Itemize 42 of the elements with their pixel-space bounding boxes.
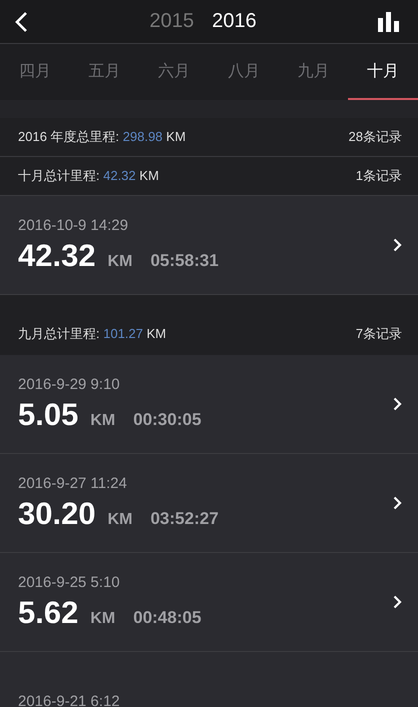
chevron-right-icon (393, 238, 402, 252)
bar-chart-icon[interactable] (378, 12, 400, 32)
run-record[interactable]: 2016-9-27 11:24 30.20 KM 03:52:27 (0, 454, 418, 553)
run-record[interactable]: 2016-9-25 5:10 5.62 KM 00:48:05 (0, 553, 418, 652)
run-record[interactable]: 2016-9-29 9:10 5.05 KM 00:30:05 (0, 355, 418, 454)
month-tab[interactable]: 六月 (139, 44, 210, 100)
month-tab[interactable]: 十月 (348, 44, 418, 100)
record-count: 7条记录 (356, 325, 402, 343)
distance-unit: KM (108, 252, 132, 270)
record-datetime: 2016-9-27 11:24 (18, 474, 128, 492)
distance-value: 42.32 (18, 238, 96, 274)
month-tab[interactable]: 四月 (0, 44, 70, 100)
record-datetime: 2016-9-25 5:10 (18, 574, 121, 590)
record-datetime: 2016-10-9 14:29 (18, 216, 130, 234)
run-record[interactable]: 2016-10-9 14:29 42.32 KM 05:58:31 (0, 196, 418, 295)
duration-value: 05:58:31 (150, 250, 219, 270)
year-total-text: 2016 年度总里程: 298.98 KM (18, 128, 186, 146)
distance-value: 5.05 (18, 396, 78, 432)
month-tab[interactable]: 九月 (278, 44, 348, 100)
distance-unit: KM (90, 610, 116, 628)
chevron-right-icon (393, 397, 402, 411)
record-count: 1条记录 (356, 167, 402, 185)
distance-unit: KM (108, 510, 132, 528)
year-tab[interactable]: 2016 (212, 10, 256, 33)
month-tab[interactable]: 五月 (70, 44, 140, 100)
run-record[interactable]: 2016-9-21 6:12 (0, 652, 418, 707)
month-total-text: 九月总计里程: 101.27 KM (18, 325, 166, 343)
month-total-text: 十月总计里程: 42.32 KM (18, 167, 159, 185)
record-datetime: 2016-9-21 6:12 (18, 692, 120, 707)
year-tab[interactable]: 2015 (150, 10, 194, 33)
month-tab[interactable]: 八月 (209, 44, 279, 100)
chevron-right-icon (393, 595, 402, 609)
distance-unit: KM (90, 412, 116, 430)
chevron-right-icon (393, 496, 402, 510)
duration-value: 00:48:05 (133, 608, 202, 628)
distance-value: 30.20 (18, 496, 96, 532)
duration-value: 03:52:27 (150, 508, 219, 528)
record-count: 28条记录 (348, 128, 402, 146)
record-datetime: 2016-9-29 9:10 (18, 376, 121, 392)
distance-value: 5.62 (18, 594, 78, 630)
duration-value: 00:30:05 (133, 410, 202, 430)
back-icon[interactable] (14, 10, 28, 32)
